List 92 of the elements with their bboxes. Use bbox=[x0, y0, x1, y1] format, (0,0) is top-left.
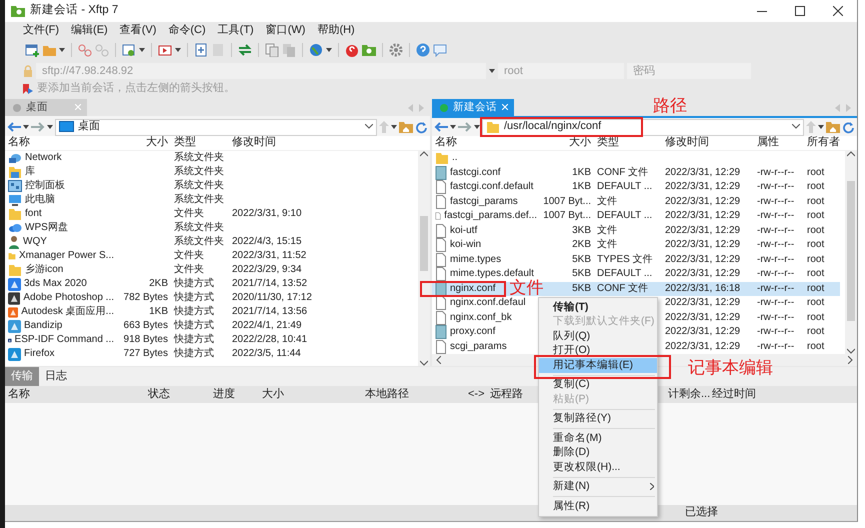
table-cell-text: root bbox=[806, 296, 826, 310]
table-cell-text: 918 Bytes bbox=[122, 333, 169, 347]
table-cell-text: 2022/3/5, 11:44 bbox=[231, 347, 302, 361]
table-cell-text: 2022/2/28, 10:41 bbox=[231, 333, 308, 347]
table-cell-text: -rw-r--r-- bbox=[756, 252, 796, 266]
table-cell-text: 文件夹 bbox=[173, 249, 205, 263]
table-cell-text: 文件 bbox=[596, 224, 618, 238]
table-cell-text: 2022/3/31, 12:29 bbox=[664, 238, 742, 252]
table-cell-text: 系统文件夹 bbox=[173, 221, 225, 235]
table-cell-text: 系统文件夹 bbox=[173, 193, 225, 207]
table-cell-text: 1KB bbox=[571, 166, 592, 180]
table-cell-text: root bbox=[806, 325, 826, 339]
table-cell-text: 727 Bytes bbox=[122, 347, 169, 361]
table-cell-text: 1KB bbox=[148, 305, 169, 319]
table-cell-text: root bbox=[806, 209, 826, 223]
table-cell-text: 663 Bytes bbox=[122, 319, 169, 333]
table-cell-text: root bbox=[806, 180, 826, 194]
table-cell-text: 1007 Byt... bbox=[542, 209, 592, 223]
table-cell-text: -rw-r--r-- bbox=[756, 267, 796, 281]
table-cell-text: root bbox=[806, 252, 826, 266]
table-cell: root bbox=[804, 282, 840, 296]
table-cell-text: -rw-r--r-- bbox=[756, 194, 796, 208]
table-cell-text: 系统文件夹 bbox=[173, 235, 225, 249]
table-cell-text: 快捷方式 bbox=[172, 347, 215, 361]
table-cell-text: DEFAULT ... bbox=[596, 267, 654, 281]
table-cell-text: -rw-r--r-- bbox=[756, 166, 796, 180]
table-cell-text: 1KB bbox=[571, 180, 592, 194]
table-cell-text: 2022/3/31, 11:52 bbox=[231, 249, 308, 263]
window-title: 新建会话 - Xftp 7 bbox=[30, 4, 118, 18]
table-cell-text: -rw-r--r-- bbox=[756, 340, 796, 354]
table-cell-text: 2020/11/30, 17:12 bbox=[231, 291, 313, 305]
table-cell-text: 文件夹 bbox=[173, 207, 205, 221]
annotation-label: 路径 bbox=[653, 97, 688, 114]
table-cell-text: 快捷方式 bbox=[172, 333, 215, 347]
table-cell-text: 2022/3/31, 12:29 bbox=[664, 180, 742, 194]
table-cell-text: 5KB bbox=[571, 252, 592, 266]
table-cell-text: 782 Bytes bbox=[122, 291, 169, 305]
table-cell-text: DEFAULT ... bbox=[596, 209, 654, 223]
table-cell-text: TYPES 文件 bbox=[596, 252, 654, 266]
table-cell-text: root bbox=[806, 224, 826, 238]
table-cell-text: 2022/3/31, 9:10 bbox=[231, 207, 303, 221]
table-cell-text: -rw-r--r-- bbox=[756, 209, 796, 223]
table-cell-text: -rw-r--r-- bbox=[756, 310, 796, 324]
table-cell-text: root bbox=[806, 194, 826, 208]
annotation-label: 记事本编辑 bbox=[688, 359, 773, 376]
table-cell-text: 2022/4/1, 21:49 bbox=[231, 319, 303, 333]
table-cell: 2022/3/31, 16:18 bbox=[662, 282, 754, 296]
table-cell-text: 2021/7/14, 13:56 bbox=[231, 305, 308, 319]
table-cell-text: 2KB bbox=[571, 238, 592, 252]
table-cell-text: 1007 Byt... bbox=[542, 194, 592, 208]
hint-text: 要添加当前会话，点击左侧的箭头按钮。 bbox=[37, 82, 235, 96]
table-cell-text: 2022/3/31, 12:29 bbox=[664, 209, 742, 223]
table-cell-text: 文件 bbox=[596, 194, 618, 208]
table-cell-text: 2KB bbox=[148, 277, 169, 291]
table-cell-text: 快捷方式 bbox=[172, 291, 215, 305]
table-cell-text: 2021/7/14, 13:52 bbox=[231, 277, 308, 291]
table-cell-text: -rw-r--r-- bbox=[756, 238, 796, 252]
table-cell-text: root bbox=[806, 238, 826, 252]
table-cell-text: -rw-r--r-- bbox=[756, 325, 796, 339]
table-cell-text: 系统文件夹 bbox=[173, 165, 225, 179]
table-cell-text: 5KB bbox=[571, 267, 592, 281]
table-cell-text: -rw-r--r-- bbox=[756, 296, 796, 310]
table-cell-text: 2022/3/31, 12:29 bbox=[664, 296, 742, 310]
table-cell-text: 2022/3/31, 12:29 bbox=[664, 267, 742, 281]
table-cell-text: 系统文件夹 bbox=[173, 151, 225, 165]
table-cell-text: root bbox=[806, 310, 826, 324]
table-cell-text: 2022/3/31, 12:29 bbox=[664, 310, 742, 324]
table-cell-text: CONF 文件 bbox=[596, 166, 650, 180]
table-cell-text: DEFAULT ... bbox=[596, 180, 654, 194]
table-cell-text: 2022/4/3, 15:15 bbox=[231, 235, 303, 249]
table-cell-text: 2022/3/31, 12:29 bbox=[664, 194, 742, 208]
table-cell-text: 系统文件夹 bbox=[173, 179, 225, 193]
table-cell: -rw-r--r-- bbox=[754, 282, 804, 296]
table-cell-text: 文件夹 bbox=[173, 263, 205, 277]
table-cell-text: 3KB bbox=[571, 224, 592, 238]
table-cell-text: 2022/3/29, 9:34 bbox=[231, 263, 303, 277]
table-cell-text: -rw-r--r-- bbox=[756, 224, 796, 238]
table-cell-text: -rw-r--r-- bbox=[756, 180, 796, 194]
table-cell: CONF 文件 bbox=[594, 282, 662, 296]
table-cell-text: 快捷方式 bbox=[172, 319, 215, 333]
table-cell-text: 2022/3/31, 12:29 bbox=[664, 325, 742, 339]
table-cell-text: root bbox=[806, 340, 826, 354]
table-cell-text: 2022/3/31, 12:29 bbox=[664, 166, 742, 180]
table-cell-text: 2022/3/31, 12:29 bbox=[664, 252, 742, 266]
table-cell-text: 2022/3/31, 12:29 bbox=[664, 224, 742, 238]
table-cell-text: 快捷方式 bbox=[172, 277, 215, 291]
table-cell-text: root bbox=[806, 267, 826, 281]
table-cell-text: 快捷方式 bbox=[172, 305, 215, 319]
status-text: 已选择 bbox=[685, 506, 719, 520]
table-cell-text: root bbox=[806, 166, 826, 180]
table-cell-text: 2022/3/31, 12:29 bbox=[664, 340, 742, 354]
table-cell-text: 文件 bbox=[596, 238, 618, 252]
